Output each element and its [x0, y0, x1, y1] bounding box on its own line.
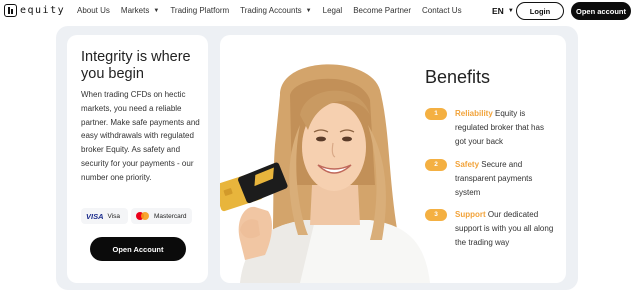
chevron-down-icon: ▼	[305, 7, 312, 14]
benefit-highlight: Safety	[455, 160, 480, 169]
language-label: EN	[492, 6, 504, 16]
nav-become-partner[interactable]: Become Partner	[353, 6, 411, 15]
nav-trading-platform[interactable]: Trading Platform	[170, 6, 229, 15]
benefit-number-badge: 1	[425, 108, 447, 120]
integrity-title: Integrity is where you begin	[81, 49, 191, 82]
mastercard-icon	[136, 212, 149, 220]
woman-with-cards-photo	[220, 64, 430, 283]
payment-label: Mastercard	[154, 212, 187, 220]
benefit-number-badge: 2	[425, 159, 447, 171]
visa-icon: VISA	[86, 211, 104, 221]
login-button[interactable]: Login	[516, 2, 564, 20]
language-selector[interactable]: EN ▼	[492, 6, 514, 16]
payment-badge-visa: VISA Visa	[81, 208, 128, 224]
chevron-down-icon: ▼	[153, 7, 160, 14]
nav-markets[interactable]: Markets ▼	[121, 6, 159, 15]
benefits-title: Benefits	[425, 67, 491, 87]
main-menu: About Us Markets ▼ Trading Platform Tradi…	[77, 6, 473, 15]
logo-text: equity	[20, 5, 66, 16]
benefit-highlight: Support	[455, 210, 486, 219]
chevron-down-icon: ▼	[507, 8, 514, 14]
open-account-button[interactable]: Open Account	[90, 237, 186, 261]
nav-trading-accounts[interactable]: Trading Accounts ▼	[240, 6, 311, 15]
nav-contact-us[interactable]: Contact Us	[422, 6, 462, 15]
top-navbar: equity About Us Markets ▼ Trading Platfor…	[0, 0, 640, 22]
integrity-description: When trading CFDs on hectic markets, you…	[81, 90, 200, 182]
brand-logo[interactable]: equity	[4, 4, 65, 17]
open-account-header-button[interactable]: Open account	[571, 2, 631, 20]
payment-label: Visa	[107, 212, 121, 220]
benefit-highlight: Reliability	[455, 109, 493, 118]
benefit-number-badge: 3	[425, 209, 447, 221]
logo-icon	[4, 4, 17, 17]
nav-about-us[interactable]: About Us	[77, 6, 110, 15]
payment-badge-mastercard: Mastercard	[131, 208, 192, 224]
nav-legal[interactable]: Legal	[323, 6, 343, 15]
